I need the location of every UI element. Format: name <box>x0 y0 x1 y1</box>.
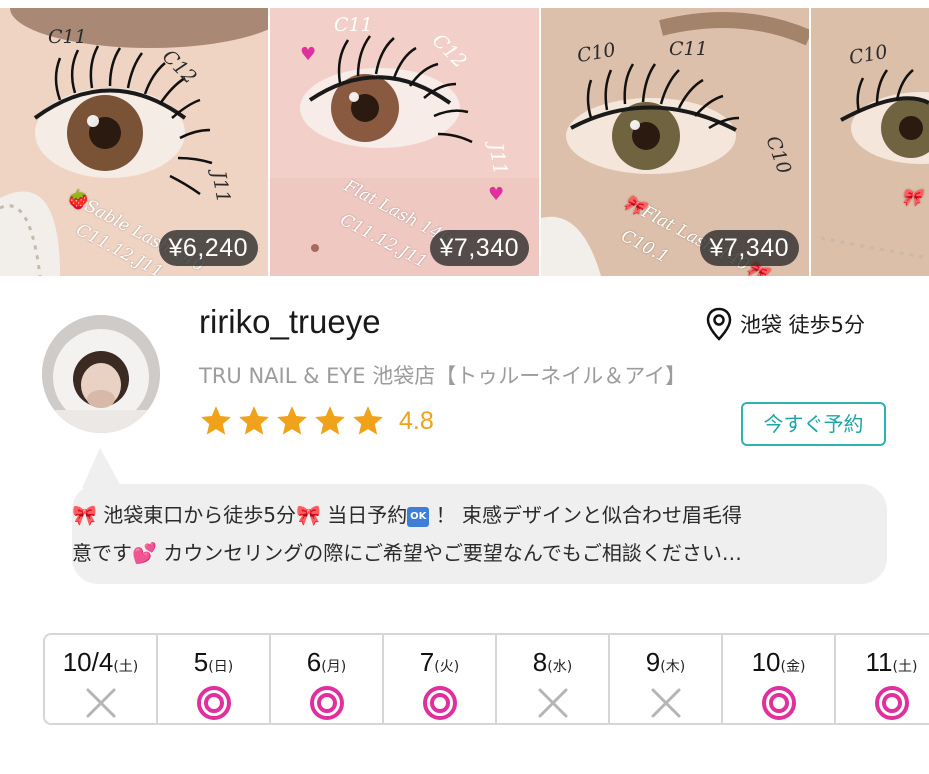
avatar[interactable] <box>42 315 160 433</box>
available-double-circle-icon <box>422 686 457 720</box>
photo-card-1[interactable]: C11 C12 J11 🍓Sable Lash 140 C11.12.J11 ¥… <box>0 8 268 276</box>
day-weekday: (金) <box>780 659 806 675</box>
available-double-circle-icon <box>309 686 344 720</box>
description-line2: 意です💕 カウンセリングの際にご希望やご要望なんでもご相談ください… <box>72 541 742 565</box>
calendar-day[interactable]: 10(金) <box>723 635 836 723</box>
day-label: 8(水) <box>497 647 608 678</box>
star-icon <box>353 406 383 435</box>
day-weekday: (月) <box>321 659 347 675</box>
available-double-circle-icon <box>874 686 909 720</box>
description-line1-a: 🎀 池袋東口から徒歩5分🎀 当日予約 <box>72 503 408 527</box>
available-double-circle-icon <box>761 686 796 720</box>
photo-card-2[interactable]: ♥ ♥ C11 C12 J11 Flat Lash 140 C11.12.J11… <box>270 8 539 276</box>
star-icon <box>201 406 231 435</box>
rating-value: 4.8 <box>399 406 434 435</box>
price-badge: ¥7,340 <box>699 230 799 266</box>
salon-name[interactable]: TRU NAIL & EYE 池袋店【トゥルーネイル＆アイ】 <box>199 360 686 390</box>
avatar-image <box>42 315 160 433</box>
lash-label: C11 <box>669 38 708 60</box>
lash-label: C11 <box>48 26 87 48</box>
star-icon <box>239 406 269 435</box>
calendar-day: 8(水) <box>497 635 610 723</box>
price-badge: ¥7,340 <box>429 230 529 266</box>
day-number: 6 <box>306 647 322 677</box>
reserve-now-button[interactable]: 今すぐ予約 <box>741 402 886 446</box>
photo-caption: 🎀 <box>901 188 923 208</box>
day-number: 8 <box>532 647 548 677</box>
price-badge: ¥6,240 <box>158 230 258 266</box>
lash-label: C11 <box>334 14 373 36</box>
day-label: 6(月) <box>271 647 382 678</box>
day-number: 10 <box>751 647 781 677</box>
photo-carousel[interactable]: C11 C12 J11 🍓Sable Lash 140 C11.12.J11 ¥… <box>0 8 929 276</box>
day-label: 9(木) <box>610 647 721 678</box>
rating-stars: 4.8 <box>199 404 434 438</box>
day-label: 10(金) <box>723 647 834 678</box>
day-weekday: (土) <box>892 659 918 675</box>
photo-card-3[interactable]: C10 C11 C10 🎀Flat Lash 140🎀 C10.1 ¥7,340 <box>541 8 809 276</box>
day-label: 5(日) <box>158 647 269 678</box>
calendar-day[interactable]: 11(土) <box>836 635 929 723</box>
day-label: 7(火) <box>384 647 495 678</box>
availability-calendar: 10/4(土) 5(日) 6(月) 7(火) 8(水) 9(木) 10(金) 11(土) <box>43 633 929 725</box>
unavailable-cross-icon <box>86 688 115 718</box>
bubble-tail <box>82 448 122 488</box>
day-number: 11 <box>865 647 893 677</box>
location-text: 池袋 徒歩5分 <box>740 313 866 337</box>
svg-text:♥: ♥ <box>488 184 504 205</box>
location: 池袋 徒歩5分 <box>706 307 865 341</box>
star-icon <box>277 406 307 435</box>
day-label: 11(土) <box>836 647 929 678</box>
svg-text:♥: ♥ <box>300 44 316 65</box>
day-weekday: (水) <box>547 659 573 675</box>
unavailable-cross-icon <box>538 688 567 718</box>
day-weekday: (木) <box>660 659 686 675</box>
day-number: 7 <box>419 647 435 677</box>
ok-badge-icon: OK <box>407 506 430 527</box>
star-icon <box>315 406 345 435</box>
day-number: 5 <box>193 647 209 677</box>
calendar-day[interactable]: 7(火) <box>384 635 497 723</box>
available-double-circle-icon <box>196 686 231 720</box>
calendar-day[interactable]: 6(月) <box>271 635 384 723</box>
day-weekday: (土) <box>113 659 139 675</box>
calendar-day[interactable]: 5(日) <box>158 635 271 723</box>
day-weekday: (日) <box>208 659 234 675</box>
day-weekday: (火) <box>434 659 460 675</box>
unavailable-cross-icon <box>651 688 680 718</box>
map-pin-icon <box>706 307 732 341</box>
photo-card-4[interactable]: C10 🎀 <box>811 8 929 276</box>
calendar-day: 10/4(土) <box>45 635 158 723</box>
day-number: 9 <box>645 647 661 677</box>
day-label: 10/4(土) <box>45 647 156 678</box>
description-text: 🎀 池袋東口から徒歩5分🎀 当日予約 OK ！ 束感デザインと似合わせ眉毛得 意で… <box>72 496 872 572</box>
description-line1-b: ！ 束感デザインと似合わせ眉毛得 <box>429 503 742 527</box>
calendar-day: 9(木) <box>610 635 723 723</box>
day-number: 10/4 <box>62 647 114 677</box>
username[interactable]: ririko_trueye <box>199 303 381 341</box>
